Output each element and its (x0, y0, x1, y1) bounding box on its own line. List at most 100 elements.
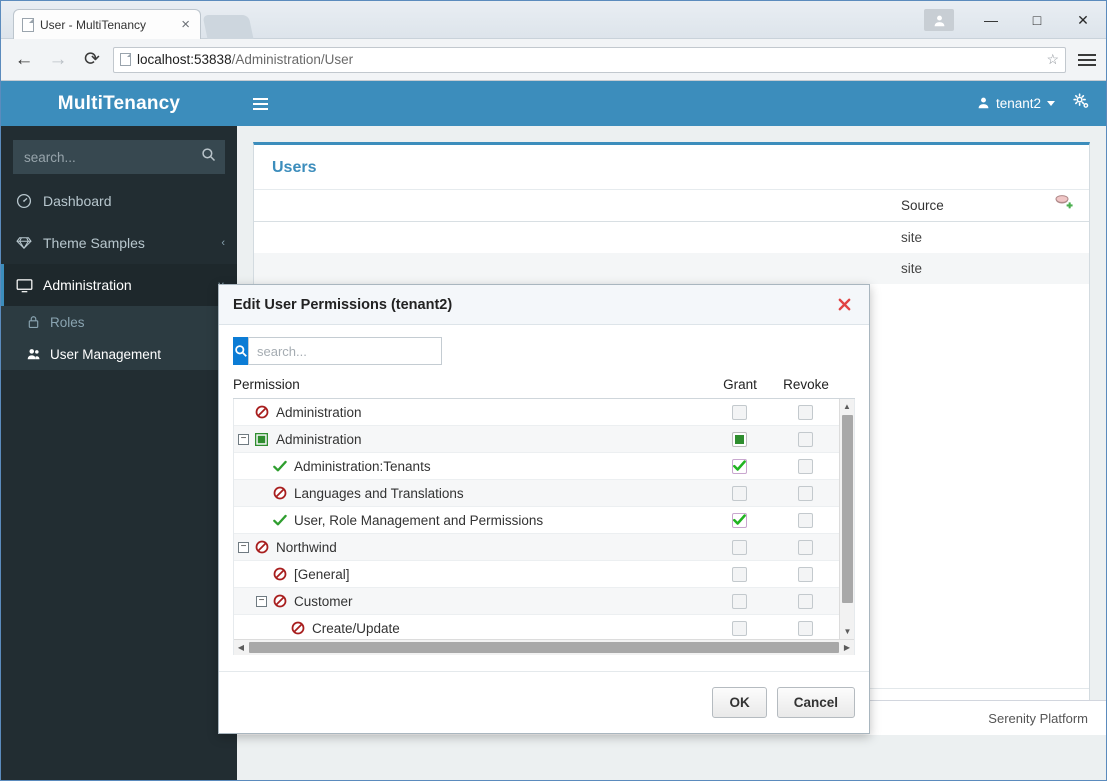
column-permission: Permission (233, 377, 300, 392)
grant-checkbox[interactable] (731, 539, 747, 555)
address-bar[interactable]: localhost:53838/Administration/User ☆ (113, 46, 1066, 73)
brand-logo[interactable]: MultiTenancy (1, 81, 237, 126)
new-tab-button[interactable] (202, 15, 254, 39)
sidebar-item-administration[interactable]: Administration ∨ (1, 264, 237, 306)
grant-checkbox[interactable] (731, 404, 747, 420)
permission-name-cell: − Customer (234, 594, 706, 609)
table-row[interactable]: site (254, 253, 1089, 284)
revoke-checkbox[interactable] (797, 539, 813, 555)
reload-button[interactable]: ⟳ (79, 47, 105, 73)
users-icon (25, 347, 41, 361)
maximize-button[interactable]: □ (1014, 1, 1060, 39)
grant-cell (706, 539, 772, 555)
sidebar-toggle-icon[interactable] (237, 81, 283, 126)
gear-icon[interactable] (1073, 92, 1090, 115)
revoke-checkbox[interactable] (797, 431, 813, 447)
table-row[interactable]: site (254, 222, 1089, 253)
revoke-checkbox[interactable] (797, 458, 813, 474)
permission-name-cell: User, Role Management and Permissions (234, 513, 706, 528)
tab-close-icon[interactable]: × (179, 17, 192, 32)
horizontal-scrollbar[interactable]: ◀ ▶ (234, 639, 854, 655)
browser-toolbar: ← → ⟳ localhost:53838/Administration/Use… (1, 39, 1106, 81)
sidebar: MultiTenancy Dashboard Theme Samples ‹ (1, 81, 237, 780)
grant-checkbox[interactable] (731, 593, 747, 609)
sidebar-item-roles[interactable]: Roles (1, 306, 237, 338)
permission-row[interactable]: Administration (234, 399, 854, 426)
revoke-checkbox[interactable] (797, 512, 813, 528)
permission-row[interactable]: Languages and Translations (234, 480, 854, 507)
close-icon[interactable] (833, 294, 855, 316)
permission-table-header: Permission Grant Revoke (233, 377, 855, 399)
grid-cell-source: site (901, 261, 923, 276)
browser-tab[interactable]: User - MultiTenancy × (13, 9, 201, 39)
permission-search-input[interactable] (248, 337, 442, 365)
grid-column-source[interactable]: Source (901, 198, 1071, 213)
search-icon[interactable] (233, 337, 248, 365)
hscroll-thumb[interactable] (249, 642, 839, 653)
close-window-button[interactable]: ✕ (1060, 1, 1106, 39)
permission-row[interactable]: User, Role Management and Permissions (234, 507, 854, 534)
revoke-checkbox[interactable] (797, 566, 813, 582)
monitor-icon (15, 278, 33, 293)
permission-row[interactable]: − Northwind (234, 534, 854, 561)
collapse-expander-icon[interactable]: − (238, 433, 249, 445)
grant-cell (706, 458, 772, 474)
back-button[interactable]: ← (11, 47, 37, 73)
sidebar-item-user-management[interactable]: User Management (1, 338, 237, 370)
add-user-icon[interactable] (1053, 193, 1073, 216)
sidebar-item-theme-samples[interactable]: Theme Samples ‹ (1, 222, 237, 264)
scroll-thumb[interactable] (842, 415, 853, 603)
chevron-down-icon (1047, 101, 1055, 106)
denied-icon (255, 405, 270, 419)
minimize-button[interactable]: — (968, 1, 1014, 39)
collapse-expander-icon[interactable]: − (238, 541, 249, 553)
revoke-cell (772, 431, 838, 447)
scroll-right-icon[interactable]: ▶ (840, 643, 854, 652)
user-menu[interactable]: tenant2 (977, 96, 1055, 112)
permission-row[interactable]: Create/Update (234, 615, 854, 639)
revoke-checkbox[interactable] (797, 620, 813, 636)
grant-checkbox[interactable] (731, 620, 747, 636)
forward-button[interactable]: → (45, 47, 71, 73)
sidebar-item-dashboard[interactable]: Dashboard (1, 180, 237, 222)
grid-cell-source: site (901, 230, 923, 245)
permission-row[interactable]: − Customer (234, 588, 854, 615)
grant-checkbox[interactable] (731, 512, 747, 528)
sidebar-search[interactable] (13, 140, 225, 174)
permission-label: Administration (276, 404, 362, 420)
top-header: tenant2 (237, 81, 1106, 126)
permission-row[interactable]: [General] (234, 561, 854, 588)
grant-checkbox[interactable] (731, 431, 747, 447)
sidebar-item-label: Dashboard (43, 193, 112, 209)
revoke-cell (772, 512, 838, 528)
revoke-checkbox[interactable] (797, 593, 813, 609)
panel-header: Users (254, 145, 1089, 190)
permission-name-cell: − Northwind (234, 540, 706, 555)
denied-icon (273, 567, 288, 581)
revoke-checkbox[interactable] (797, 485, 813, 501)
bookmark-star-icon[interactable]: ☆ (1046, 51, 1059, 68)
grant-checkbox[interactable] (731, 566, 747, 582)
ok-button[interactable]: OK (712, 687, 767, 718)
chrome-menu-icon[interactable] (1074, 53, 1096, 66)
permission-name-cell: Languages and Translations (234, 486, 706, 501)
sidebar-search-input[interactable] (24, 149, 201, 165)
revoke-checkbox[interactable] (797, 404, 813, 420)
scroll-down-icon[interactable]: ▼ (840, 624, 854, 639)
page-favicon (22, 17, 34, 32)
profile-icon[interactable] (924, 9, 954, 31)
scroll-up-icon[interactable]: ▲ (840, 399, 854, 414)
permission-row[interactable]: − Administration (234, 426, 854, 453)
grant-checkbox[interactable] (731, 458, 747, 474)
permission-row[interactable]: Administration:Tenants (234, 453, 854, 480)
cancel-button[interactable]: Cancel (776, 687, 855, 718)
vertical-scrollbar[interactable]: ▲ ▼ (839, 399, 854, 639)
browser-window: User - MultiTenancy × — □ ✕ ← → ⟳ localh… (0, 0, 1107, 781)
search-icon[interactable] (201, 147, 216, 167)
scroll-left-icon[interactable]: ◀ (234, 643, 248, 652)
grant-checkbox[interactable] (731, 485, 747, 501)
platform-name: Serenity Platform (988, 710, 1088, 726)
column-revoke: Revoke (783, 377, 829, 392)
permission-label: Customer (294, 593, 353, 609)
collapse-expander-icon[interactable]: − (256, 595, 267, 607)
